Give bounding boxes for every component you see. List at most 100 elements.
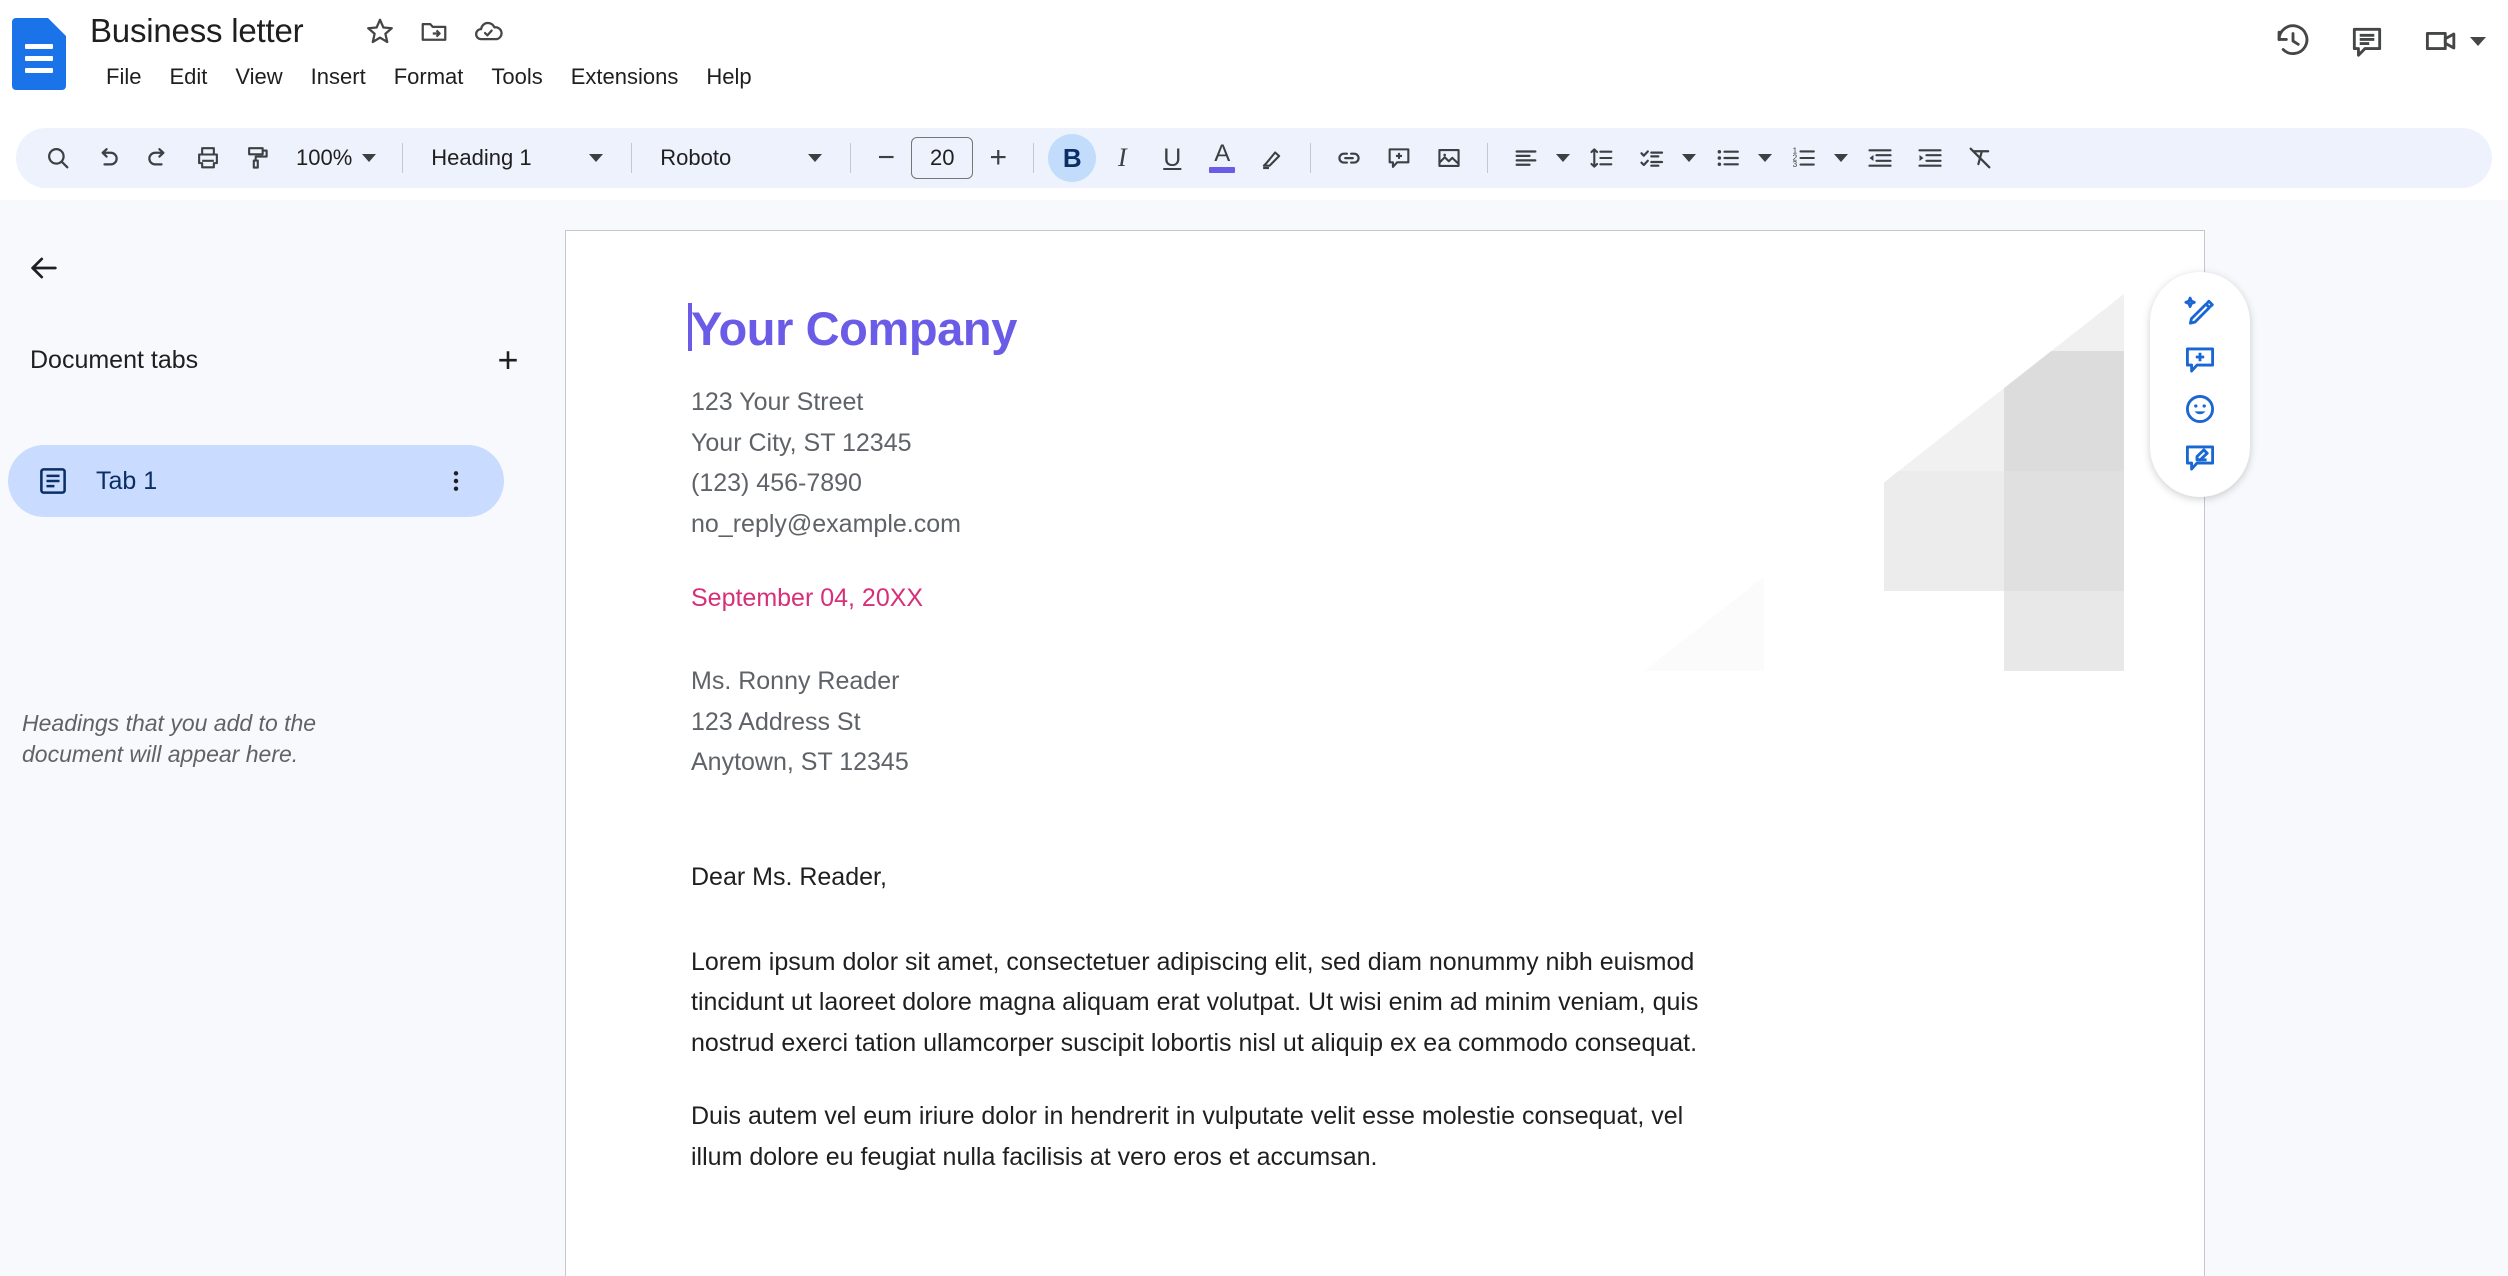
- font-family-selector[interactable]: Roboto: [646, 136, 836, 180]
- add-comment-icon[interactable]: [2172, 335, 2228, 384]
- highlight-color-icon[interactable]: [1248, 134, 1296, 182]
- document-title[interactable]: Business letter: [90, 12, 304, 50]
- sender-address-line: 123 Your Street: [691, 388, 864, 416]
- svg-text:3: 3: [1793, 160, 1798, 169]
- document-tabs-hint: Headings that you add to the document wi…: [22, 710, 317, 767]
- comment-history-icon[interactable]: [2348, 22, 2386, 60]
- format-toolbar: 100% Heading 1 Roboto − 20 + B I U A 1 2…: [16, 128, 2492, 188]
- video-call-icon[interactable]: [2422, 22, 2460, 60]
- google-docs-logo[interactable]: [12, 18, 66, 90]
- toolbar-divider: [1487, 143, 1489, 173]
- document-tabs-header: Document tabs +: [30, 338, 530, 382]
- checklist-icon[interactable]: [1628, 134, 1676, 182]
- video-call-dropdown-icon[interactable]: [2470, 36, 2486, 46]
- toolbar-divider: [631, 143, 633, 173]
- menu-tools[interactable]: Tools: [477, 60, 556, 94]
- document-tabs-sidebar: Document tabs + Tab 1 Headings that you …: [0, 200, 565, 1276]
- numbered-list-icon[interactable]: 1 2 3: [1780, 134, 1828, 182]
- italic-label: I: [1117, 143, 1127, 172]
- add-comment-icon[interactable]: [1375, 134, 1423, 182]
- align-control: [1502, 134, 1576, 182]
- checklist-dropdown-icon[interactable]: [1676, 134, 1702, 182]
- menu-view[interactable]: View: [221, 60, 296, 94]
- letter-date[interactable]: September 04, 20XX: [691, 584, 1791, 613]
- menu-help[interactable]: Help: [692, 60, 765, 94]
- undo-icon[interactable]: [84, 134, 132, 182]
- align-dropdown-icon[interactable]: [1550, 134, 1576, 182]
- document-tab-icon: [36, 464, 70, 498]
- decrease-font-size-button[interactable]: −: [865, 137, 907, 179]
- text-color-label: A: [1214, 140, 1231, 167]
- insert-link-icon[interactable]: [1325, 134, 1373, 182]
- font-family-value: Roboto: [660, 145, 732, 170]
- sidebar-item-tab-1[interactable]: Tab 1: [8, 445, 504, 517]
- menu-file[interactable]: File: [92, 60, 155, 94]
- menu-format[interactable]: Format: [380, 60, 478, 94]
- decrease-indent-icon[interactable]: [1856, 134, 1904, 182]
- sender-address-block[interactable]: 123 Your Street Your City, ST 12345 (123…: [691, 382, 1791, 544]
- checklist-control: [1628, 134, 1702, 182]
- menu-bar: File Edit View Insert Format Tools Exten…: [92, 60, 766, 94]
- tab-options-icon[interactable]: [436, 461, 476, 501]
- bold-button[interactable]: B: [1048, 134, 1097, 182]
- move-to-folder-icon[interactable]: [419, 16, 449, 46]
- sidebar-item-label: Tab 1: [96, 466, 158, 495]
- redo-icon[interactable]: [134, 134, 182, 182]
- italic-button[interactable]: I: [1098, 134, 1146, 182]
- paint-format-icon[interactable]: [234, 134, 282, 182]
- chevron-down-icon: [362, 154, 377, 162]
- back-button[interactable]: [16, 240, 72, 296]
- chevron-down-icon: [808, 154, 823, 162]
- align-icon[interactable]: [1502, 134, 1550, 182]
- recipient-address-block[interactable]: Ms. Ronny Reader 123 Address St Anytown,…: [691, 661, 1791, 783]
- sender-address-line: (123) 456-7890: [691, 469, 862, 497]
- toolbar-divider: [1310, 143, 1312, 173]
- paragraph-style-value: Heading 1: [431, 145, 532, 170]
- text-color-swatch: [1209, 167, 1236, 173]
- document-tabs-title: Document tabs: [30, 345, 199, 374]
- document-content: Your Company 123 Your Street Your City, …: [688, 301, 1791, 1209]
- menu-insert[interactable]: Insert: [297, 60, 380, 94]
- menu-edit[interactable]: Edit: [155, 60, 221, 94]
- recipient-line: Anytown, ST 12345: [691, 748, 909, 776]
- letter-paragraph[interactable]: Lorem ipsum dolor sit amet, consectetuer…: [691, 942, 1711, 1064]
- recipient-line: Ms. Ronny Reader: [691, 667, 900, 695]
- company-name-heading[interactable]: Your Company: [688, 301, 1791, 356]
- star-icon[interactable]: [365, 16, 395, 46]
- font-size-input[interactable]: 20: [911, 137, 974, 179]
- zoom-level-value: 100%: [296, 145, 353, 170]
- chevron-down-icon: [589, 154, 604, 162]
- document-page[interactable]: Your Company 123 Your Street Your City, …: [565, 230, 2205, 1276]
- underline-label: U: [1163, 143, 1182, 172]
- letter-paragraph[interactable]: Duis autem vel eum iriure dolor in hendr…: [691, 1096, 1711, 1178]
- increase-font-size-button[interactable]: +: [977, 137, 1019, 179]
- cloud-saved-icon[interactable]: [473, 16, 503, 46]
- numbered-list-control: 1 2 3: [1780, 134, 1854, 182]
- zoom-level-selector[interactable]: 100%: [284, 136, 388, 180]
- top-right-actions: [2274, 22, 2486, 60]
- add-reaction-icon[interactable]: [2172, 385, 2228, 434]
- increase-indent-icon[interactable]: [1906, 134, 1954, 182]
- menu-extensions[interactable]: Extensions: [557, 60, 693, 94]
- bulleted-list-icon[interactable]: [1704, 134, 1752, 182]
- bold-label: B: [1062, 142, 1082, 173]
- add-tab-button[interactable]: +: [486, 338, 530, 382]
- insert-image-icon[interactable]: [1425, 134, 1473, 182]
- version-history-icon[interactable]: [2274, 22, 2312, 60]
- clear-formatting-icon[interactable]: [1956, 134, 2004, 182]
- numbered-list-dropdown-icon[interactable]: [1828, 134, 1854, 182]
- text-color-button[interactable]: A: [1198, 134, 1246, 182]
- search-icon[interactable]: [34, 134, 82, 182]
- bulleted-list-dropdown-icon[interactable]: [1752, 134, 1778, 182]
- print-icon[interactable]: [184, 134, 232, 182]
- toolbar-divider: [402, 143, 404, 173]
- underline-button[interactable]: U: [1148, 134, 1196, 182]
- suggest-edits-icon[interactable]: [2172, 434, 2228, 483]
- text-cursor: [688, 303, 692, 351]
- letter-salutation[interactable]: Dear Ms. Reader,: [691, 863, 1791, 892]
- floating-action-rail: [2150, 272, 2250, 497]
- line-spacing-icon[interactable]: [1578, 134, 1626, 182]
- help-me-write-icon[interactable]: [2172, 286, 2228, 335]
- recipient-line: 123 Address St: [691, 707, 861, 736]
- paragraph-style-selector[interactable]: Heading 1: [417, 136, 617, 180]
